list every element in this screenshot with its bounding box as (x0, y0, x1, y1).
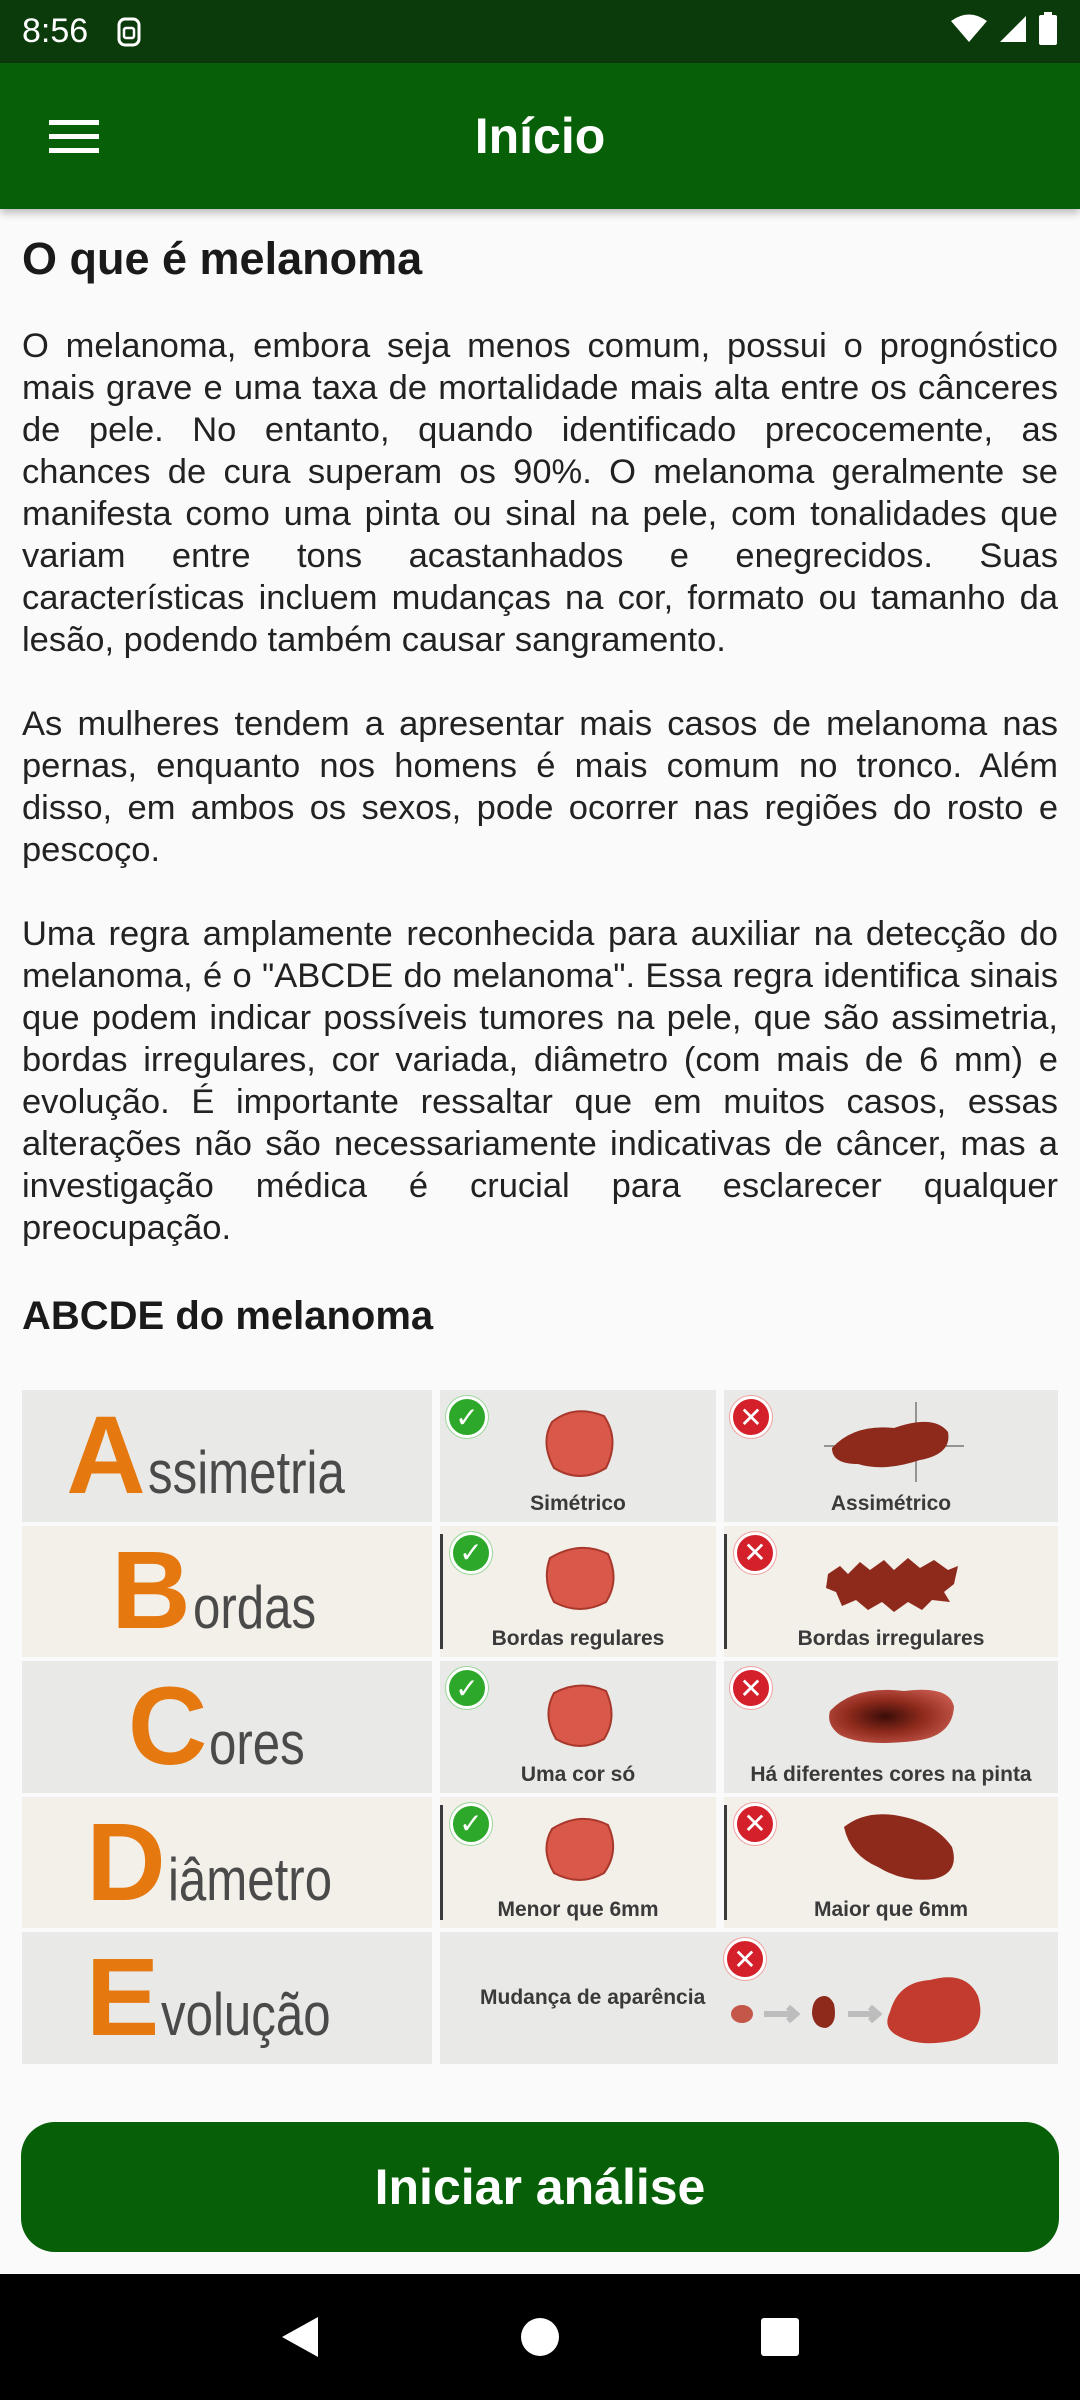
abcde-good-example: ✓ Uma cor só (440, 1661, 716, 1793)
abcde-letter: B (111, 1529, 191, 1653)
close-icon: ✕ (730, 1667, 772, 1710)
paragraph-intro: O melanoma, embora seja menos comum, pos… (22, 327, 1058, 659)
start-analysis-button[interactable]: Iniciar análise (21, 2122, 1059, 2252)
paragraph-locations: As mulheres tendem a apresentar mais cas… (22, 705, 1058, 869)
abcde-bad-caption: Maior que 6mm (813, 1898, 969, 1922)
abcde-word: ordas (192, 1574, 316, 1642)
hamburger-menu-icon[interactable] (40, 102, 108, 170)
paragraph-abcde-rule: Uma regra amplamente reconhecida para au… (22, 915, 1058, 1247)
content: O que é melanoma O melanoma, embora seja… (22, 209, 1058, 1341)
abcde-row-assimetria: Assimetria ✓ Simétrico ✕ Assimétrico (22, 1390, 1058, 1522)
abcde-letter-cell: Diâmetro (22, 1796, 432, 1929)
abcde-word: iâmetro (167, 1845, 332, 1913)
system-nav-bar (0, 2274, 1080, 2400)
abcde-row-diametro: Diâmetro ✓ Menor que 6mm ✕ Maior que 6mm (22, 1796, 1058, 1929)
status-bar: 8:56 (0, 0, 1080, 63)
abcde-good-example: ✓ Simétrico (440, 1390, 716, 1522)
sim-icon (116, 16, 142, 48)
check-icon: ✓ (446, 1667, 488, 1710)
abcde-letter: A (66, 1393, 146, 1517)
section-heading: O que é melanoma (22, 233, 423, 284)
abcde-row-evolucao: Evolução Mudança de aparência ✕ (22, 1932, 1058, 2064)
abcde-word: volução (161, 1981, 331, 2049)
status-time: 8:56 (22, 12, 89, 50)
app-bar: Início (0, 63, 1080, 209)
abcde-evolution-example: Mudança de aparência ✕ (440, 1932, 1058, 2064)
abcde-bad-caption: Assimétrico (830, 1491, 952, 1515)
abcde-letter-cell: Bordas (22, 1525, 432, 1658)
close-icon: ✕ (734, 1531, 776, 1574)
abcde-bad-caption: Há diferentes cores na pinta (750, 1762, 1032, 1786)
home-icon[interactable] (510, 2307, 570, 2367)
abcde-good-caption: Menor que 6mm (497, 1898, 659, 1922)
abcde-letter-cell: Assimetria (22, 1390, 432, 1522)
abcde-heading: ABCDE do melanoma (22, 1294, 434, 1338)
abcde-row-cores: Cores ✓ Uma cor só ✕ Há diferentes cores… (22, 1661, 1058, 1793)
abcde-letter: C (127, 1664, 208, 1788)
abcde-infographic: Assimetria ✓ Simétrico ✕ Assimétrico Bor… (22, 1390, 1058, 2064)
signal-icon (998, 14, 1028, 49)
check-icon: ✓ (450, 1531, 492, 1574)
wifi-icon (950, 14, 988, 49)
abcde-letter: D (86, 1800, 166, 1924)
abcde-word: ores (209, 1709, 306, 1777)
recents-icon[interactable] (750, 2307, 810, 2367)
abcde-good-caption: Uma cor só (520, 1762, 636, 1786)
check-icon: ✓ (446, 1396, 488, 1438)
abcde-letter: E (85, 1936, 160, 2060)
abcde-word: ssimetria (147, 1438, 345, 1506)
abcde-bad-example: ✕ Há diferentes cores na pinta (724, 1661, 1058, 1793)
abcde-bad-example: ✕ Bordas irregulares (724, 1525, 1058, 1658)
close-icon: ✕ (730, 1396, 772, 1438)
abcde-bad-caption: Bordas irregulares (797, 1627, 985, 1651)
abcde-good-caption: Simétrico (530, 1491, 626, 1515)
abcde-evolution-caption: Mudança de aparência (480, 1986, 706, 2010)
back-icon[interactable] (270, 2307, 330, 2367)
abcde-bad-example: ✕ Maior que 6mm (724, 1796, 1058, 1929)
abcde-good-example: ✓ Menor que 6mm (440, 1796, 716, 1929)
page-title: Início (474, 108, 606, 164)
abcde-bad-example: ✕ Assimétrico (724, 1390, 1058, 1522)
abcde-good-caption: Bordas regulares (491, 1627, 665, 1651)
abcde-row-bordas: Bordas ✓ Bordas regulares ✕ Bordas irreg… (22, 1525, 1058, 1658)
check-icon: ✓ (450, 1802, 492, 1845)
close-icon: ✕ (734, 1802, 776, 1845)
battery-icon (1038, 12, 1058, 51)
abcde-letter-cell: Evolução (22, 1932, 432, 2064)
abcde-good-example: ✓ Bordas regulares (440, 1525, 716, 1658)
abcde-letter-cell: Cores (22, 1661, 432, 1793)
status-icons (950, 12, 1058, 51)
